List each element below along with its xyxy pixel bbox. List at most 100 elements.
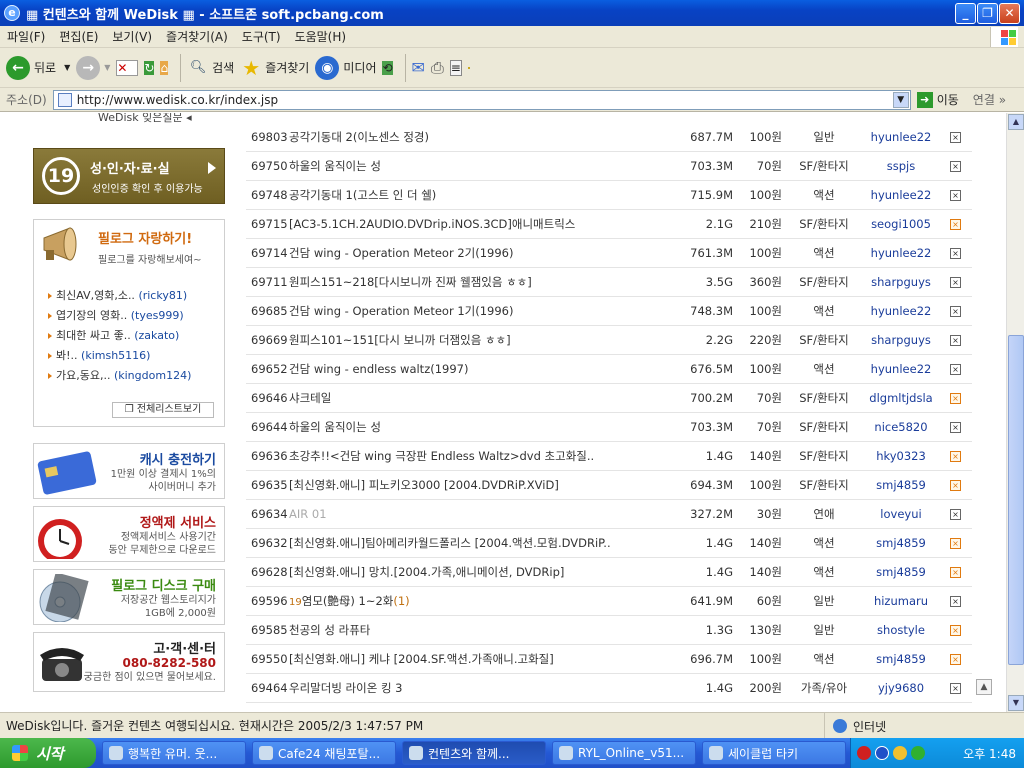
item-uploader[interactable]: loveyui bbox=[856, 500, 946, 529]
item-title[interactable]: 공각기동대 2(이노센스 정경) bbox=[289, 123, 649, 152]
table-row[interactable]: 69636 초강추!!<건담 wing 극장판 Endless Waltz>dvd… bbox=[246, 442, 972, 471]
flat-rate-banner[interactable]: 정액제 서비스 정액제서비스 사용기간 동안 무제한으로 다운로드 bbox=[33, 506, 225, 562]
table-row[interactable]: 69714 건담 wing - Operation Meteor 2기(1996)… bbox=[246, 239, 972, 268]
item-uploader[interactable]: smj4859 bbox=[856, 558, 946, 587]
table-row[interactable]: 69634 AIR 01 327.2M 30원 연애 loveyui × bbox=[246, 500, 972, 529]
print-icon[interactable]: ⎙ bbox=[431, 58, 444, 78]
download-icon[interactable]: × bbox=[950, 480, 961, 491]
mail-icon[interactable]: ✉ bbox=[412, 58, 425, 77]
item-title[interactable]: 천공의 성 라퓨타 bbox=[289, 616, 649, 645]
item-uploader[interactable]: hyunlee22 bbox=[856, 123, 946, 152]
item-uploader[interactable]: sharpguys bbox=[856, 268, 946, 297]
list-item[interactable]: 최신AV,영화,소.. (ricky81) bbox=[48, 286, 191, 306]
list-item[interactable]: 봐!.. (kimsh5116) bbox=[48, 346, 191, 366]
menu-view[interactable]: 보기(V) bbox=[105, 28, 159, 45]
list-item[interactable]: 가요,동요,.. (kingdom124) bbox=[48, 366, 191, 386]
item-title[interactable]: 19염모(艶母) 1~2화(1) bbox=[289, 587, 649, 617]
forward-button[interactable]: → ▼ bbox=[76, 55, 110, 80]
taskbar-item[interactable]: 세이클럽 타키 bbox=[702, 741, 846, 765]
refresh-icon[interactable]: ↻ bbox=[144, 60, 155, 75]
favorites-button[interactable]: ★ 즐겨찾기 bbox=[240, 57, 309, 79]
menu-file[interactable]: 파일(F) bbox=[0, 28, 52, 45]
go-button[interactable]: ➜ 이동 bbox=[916, 91, 959, 108]
download-icon[interactable]: × bbox=[950, 161, 961, 172]
download-icon[interactable]: × bbox=[950, 538, 961, 549]
tray-icon[interactable] bbox=[875, 746, 889, 760]
item-uploader[interactable]: hyunlee22 bbox=[856, 297, 946, 326]
scroll-down-icon[interactable]: ▼ bbox=[1008, 695, 1024, 711]
menu-edit[interactable]: 편집(E) bbox=[52, 28, 105, 45]
note-icon[interactable] bbox=[467, 66, 470, 69]
maximize-button[interactable]: ❐ bbox=[977, 3, 998, 24]
item-uploader[interactable]: hyunlee22 bbox=[856, 181, 946, 210]
table-row[interactable]: 69550 [최신영화.애니] 케냐 [2004.SF.액션.가족애니.고화질] 6… bbox=[246, 645, 972, 674]
menu-tools[interactable]: 도구(T) bbox=[235, 28, 288, 45]
item-uploader[interactable]: hky0323 bbox=[856, 442, 946, 471]
table-row[interactable]: 69464 우리말더빙 라이온 킹 3 1.4G 200원 가족/유아 yjy9680 × bbox=[246, 674, 972, 703]
table-row[interactable]: 69628 [최신영화.애니] 망치.[2004.가족,애니메이션, DVDRip… bbox=[246, 558, 972, 587]
chevron-down-icon[interactable]: ▼ bbox=[64, 63, 70, 72]
table-row[interactable]: 69652 건담 wing - endless waltz(1997) 676.5M… bbox=[246, 355, 972, 384]
item-title[interactable]: 초강추!!<건담 wing 극장판 Endless Waltz>dvd 초고화질… bbox=[289, 442, 649, 471]
table-row[interactable]: 69635 [최신영화.애니] 피노키오3000 [2004.DVDRiP.XVi… bbox=[246, 471, 972, 500]
item-uploader[interactable]: sharpguys bbox=[856, 326, 946, 355]
philog-disk-banner[interactable]: 필로그 디스크 구매 저장공간 웹스토리지가 1GB에 2,000원 bbox=[33, 569, 225, 625]
chevron-down-icon[interactable]: ▼ bbox=[104, 63, 110, 72]
item-title[interactable]: 하울의 움직이는 성 bbox=[289, 152, 649, 181]
download-icon[interactable]: × bbox=[950, 277, 961, 288]
scroll-thumb[interactable] bbox=[1008, 335, 1024, 665]
item-title[interactable]: 건담 wing - endless waltz(1997) bbox=[289, 355, 649, 384]
download-icon[interactable]: × bbox=[950, 393, 961, 404]
item-title[interactable]: 건담 wing - Operation Meteor 1기(1996) bbox=[289, 297, 649, 326]
table-row[interactable]: 69685 건담 wing - Operation Meteor 1기(1996)… bbox=[246, 297, 972, 326]
item-uploader[interactable]: dlgmltjdsla bbox=[856, 384, 946, 413]
download-icon[interactable]: × bbox=[950, 364, 961, 375]
table-row[interactable]: 69748 공각기동대 1(고스트 인 더 쉘) 715.9M 100원 액션 hyunl… bbox=[246, 181, 972, 210]
download-icon[interactable]: × bbox=[950, 132, 961, 143]
item-title[interactable]: 우리말더빙 라이온 킹 3 bbox=[289, 674, 649, 703]
download-icon[interactable]: × bbox=[950, 654, 961, 665]
history-icon[interactable]: ⟲ bbox=[382, 60, 393, 75]
download-icon[interactable]: × bbox=[950, 451, 961, 462]
item-title[interactable]: 건담 wing - Operation Meteor 2기(1996) bbox=[289, 239, 649, 268]
table-row[interactable]: 69596 19염모(艶母) 1~2화(1) 641.9M 60원 일반 hizumaru… bbox=[246, 587, 972, 616]
table-row[interactable]: 69632 [최신영화.애니]팀아메리카월드폴리스 [2004.액션.모험.DVD… bbox=[246, 529, 972, 558]
download-icon[interactable]: × bbox=[950, 190, 961, 201]
taskbar-item[interactable]: 행복한 유머. 웃... bbox=[102, 741, 246, 765]
item-uploader[interactable]: shostyle bbox=[856, 616, 946, 645]
item-title[interactable]: 하울의 움직이는 성 bbox=[289, 413, 649, 442]
download-icon[interactable]: × bbox=[950, 683, 961, 694]
scroll-top-icon[interactable]: ▲ bbox=[976, 679, 992, 695]
address-dropdown-icon[interactable]: ▼ bbox=[892, 91, 909, 108]
address-url[interactable]: http://www.wedisk.co.kr/index.jsp bbox=[77, 93, 278, 107]
download-icon[interactable]: × bbox=[950, 335, 961, 346]
item-uploader[interactable]: hyunlee22 bbox=[856, 239, 946, 268]
item-title[interactable]: [최신영화.애니] 피노키오3000 [2004.DVDRiP.XViD] bbox=[289, 471, 649, 500]
taskbar-item[interactable]: RYL_Online_v51... bbox=[552, 741, 696, 765]
taskbar-item-active[interactable]: 컨텐츠와 함께... bbox=[402, 741, 546, 765]
home-icon[interactable]: ⌂ bbox=[160, 60, 169, 75]
tray-icon[interactable] bbox=[857, 746, 871, 760]
item-title[interactable]: [최신영화.애니]팀아메리카월드폴리스 [2004.액션.모험.DVDRiP.. bbox=[289, 529, 649, 558]
table-row[interactable]: 69750 하울의 움직이는 성 703.3M 70원 SF/환타지 sspjs × bbox=[246, 152, 972, 181]
item-uploader[interactable]: sspjs bbox=[856, 152, 946, 181]
address-input[interactable]: http://www.wedisk.co.kr/index.jsp ▼ bbox=[52, 89, 911, 110]
item-title[interactable]: 샤크테일 bbox=[289, 384, 649, 413]
item-uploader[interactable]: hizumaru bbox=[856, 587, 946, 616]
links-button[interactable]: 연결 » bbox=[973, 91, 1006, 108]
table-row[interactable]: 69711 원피스151~218[다시보니까 진짜 웰잼있음 ㅎㅎ] 3.5G 360… bbox=[246, 268, 972, 297]
close-button[interactable]: ✕ bbox=[999, 3, 1020, 24]
download-icon[interactable]: × bbox=[950, 248, 961, 259]
item-title[interactable]: [최신영화.애니] 망치.[2004.가족,애니메이션, DVDRip] bbox=[289, 558, 649, 587]
tray-icon[interactable] bbox=[911, 746, 925, 760]
item-uploader[interactable]: nice5820 bbox=[856, 413, 946, 442]
download-icon[interactable]: × bbox=[950, 509, 961, 520]
top-note[interactable]: WeDisk 잊은질문 ◂ bbox=[98, 113, 192, 125]
item-uploader[interactable]: hyunlee22 bbox=[856, 355, 946, 384]
menu-help[interactable]: 도움말(H) bbox=[288, 28, 354, 45]
item-uploader[interactable]: smj4859 bbox=[856, 645, 946, 674]
item-title[interactable]: [최신영화.애니] 케냐 [2004.SF.액션.가족애니.고화질] bbox=[289, 645, 649, 674]
stop-icon[interactable]: ✕ bbox=[116, 59, 139, 76]
table-row[interactable]: 69646 샤크테일 700.2M 70원 SF/환타지 dlgmltjdsla × bbox=[246, 384, 972, 413]
item-uploader[interactable]: smj4859 bbox=[856, 471, 946, 500]
